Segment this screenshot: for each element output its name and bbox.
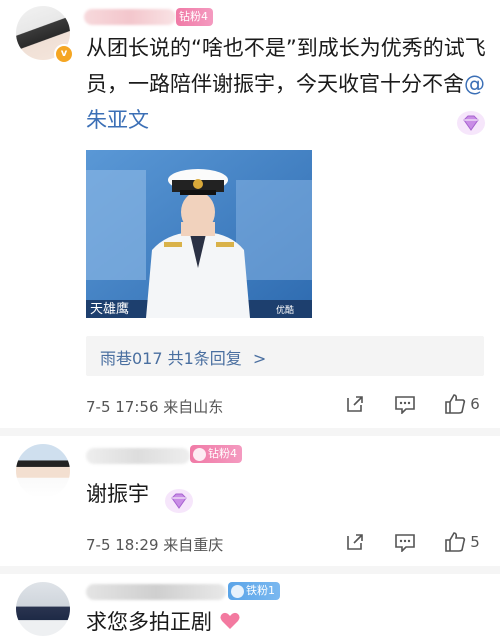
- diamond-gem-icon: [457, 111, 485, 135]
- photo-caption: 天雄鹰: [90, 301, 129, 317]
- share-icon: [347, 396, 363, 412]
- like-count: 5: [470, 533, 480, 551]
- diamond-gem-icon: [165, 489, 193, 513]
- reply-button[interactable]: [380, 392, 430, 416]
- fan-badge[interactable]: 钻粉4: [176, 8, 213, 26]
- section-divider: [0, 428, 500, 436]
- reply-button[interactable]: [380, 530, 430, 554]
- comment-item-3: 铁粉1 求您多拍正剧: [0, 574, 500, 640]
- comment-text-main: 从团长说的“啥也不是”到成长为优秀的试飞员，一路陪伴谢振宇，今天收官十分不舍: [86, 36, 486, 96]
- reply-comment-icon: [395, 396, 415, 414]
- comment-text-main: 求您多拍正剧: [86, 610, 212, 634]
- reply-summary[interactable]: 雨巷017 共1条回复 >: [86, 336, 484, 376]
- like-count: 6: [470, 395, 480, 413]
- share-button[interactable]: [330, 392, 380, 416]
- avatar[interactable]: [16, 444, 70, 498]
- fan-badge[interactable]: 铁粉1: [228, 582, 280, 600]
- avatar[interactable]: [16, 582, 70, 636]
- fan-badge-label: 钻粉4: [179, 10, 208, 23]
- verified-badge-icon: v: [54, 44, 74, 64]
- thumbs-up-icon: [445, 532, 466, 552]
- reply-summary-label: 雨巷017 共1条回复: [100, 349, 242, 368]
- comment-text: 求您多拍正剧: [86, 604, 241, 640]
- username-blurred[interactable]: [86, 584, 226, 600]
- comment-actions: 6: [330, 392, 494, 416]
- comment-text: 谢振宇: [86, 482, 149, 506]
- section-divider: [0, 566, 500, 574]
- share-button[interactable]: [330, 530, 380, 554]
- comment-photo[interactable]: 天雄鹰 优酷: [86, 150, 312, 318]
- fan-badge-icon: [193, 447, 206, 461]
- comment-text: 从团长说的“啥也不是”到成长为优秀的试飞员，一路陪伴谢振宇，今天收官十分不舍@朱…: [86, 30, 486, 138]
- comment-item-2: 钻粉4 谢振宇 7-5 18:29 来自重庆 5: [0, 436, 500, 566]
- username-blurred[interactable]: [84, 9, 176, 25]
- photo-naval-officer: 天雄鹰 优酷: [86, 150, 312, 318]
- username-blurred[interactable]: [86, 448, 190, 464]
- share-icon: [347, 534, 363, 550]
- like-button[interactable]: 5: [430, 530, 494, 554]
- like-button[interactable]: 6: [430, 392, 494, 416]
- reply-comment-icon: [395, 534, 415, 552]
- fan-badge-icon: [231, 584, 244, 598]
- fan-badge[interactable]: 钻粉4: [190, 445, 242, 463]
- photo-watermark: 优酷: [276, 304, 294, 316]
- chevron-right-icon: >: [252, 349, 267, 368]
- fan-badge-label: 钻粉4: [208, 447, 237, 460]
- comment-meta: 7-5 17:56 来自山东: [86, 398, 224, 416]
- thumbs-up-icon: [445, 394, 466, 414]
- comment-item-1: v 钻粉4 从团长说的“啥也不是”到成长为优秀的试飞员，一路陪伴谢振宇，今天收官…: [0, 0, 500, 430]
- comment-actions: 5: [330, 530, 494, 554]
- heart-icon: [220, 612, 240, 629]
- comment-meta: 7-5 18:29 来自重庆: [86, 536, 224, 554]
- fan-badge-label: 铁粉1: [246, 584, 275, 597]
